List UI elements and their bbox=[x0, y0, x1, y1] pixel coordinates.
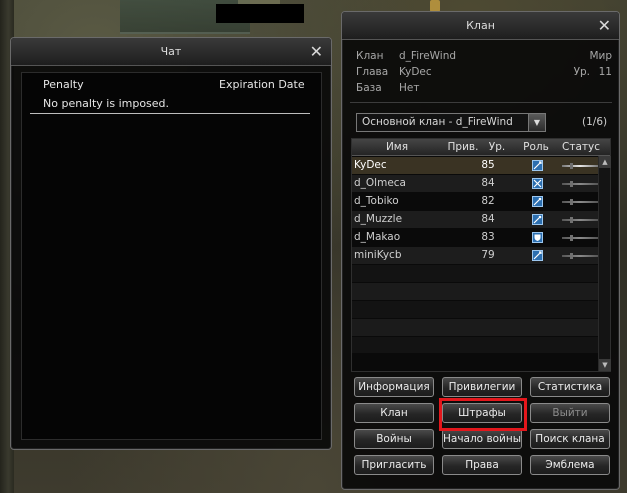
column-role[interactable]: Роль bbox=[520, 141, 552, 153]
empty-row bbox=[352, 283, 598, 300]
member-name: d_Olmeca bbox=[354, 177, 406, 189]
chat-window: Чат ✕ Penalty Expiration Date No penalty… bbox=[10, 37, 332, 450]
member-name: d_Muzzle bbox=[354, 213, 403, 225]
clan-window-title: Клан bbox=[466, 19, 495, 32]
invite-button[interactable]: Пригласить bbox=[354, 455, 434, 475]
status-bar bbox=[562, 253, 598, 259]
column-status[interactable]: Статус bbox=[557, 141, 605, 153]
shield-role-icon bbox=[532, 232, 543, 243]
penalty-column-header: Penalty bbox=[43, 78, 84, 91]
clan-button[interactable]: Клан bbox=[354, 403, 434, 423]
column-privileges[interactable]: Прив. bbox=[444, 141, 482, 153]
chat-close-icon[interactable]: ✕ bbox=[310, 41, 323, 63]
rights-button[interactable]: Права bbox=[442, 455, 522, 475]
member-name: miniKycb bbox=[354, 249, 402, 261]
emblem-button[interactable]: Эмблема bbox=[530, 455, 610, 475]
penalty-header: Penalty Expiration Date bbox=[22, 75, 312, 93]
member-table-header: Имя Прив. Ур. Роль Статус bbox=[352, 139, 610, 156]
leader-label: Глава bbox=[356, 66, 389, 78]
subclan-select-value: Основной клан - d_FireWind bbox=[362, 116, 513, 128]
member-level: 85 bbox=[481, 159, 495, 171]
member-row[interactable]: d_Muzzle 84 bbox=[352, 211, 598, 228]
chat-titlebar[interactable]: Чат ✕ bbox=[11, 38, 331, 66]
sword-role-icon bbox=[532, 160, 543, 171]
scroll-down-icon[interactable]: ▼ bbox=[599, 359, 611, 371]
clan-titlebar[interactable]: Клан ✕ bbox=[342, 12, 619, 40]
member-level: 82 bbox=[481, 195, 495, 207]
column-name[interactable]: Имя bbox=[352, 141, 442, 153]
member-level: 83 bbox=[481, 231, 495, 243]
clan-name-row: Клан d_FireWind Мир bbox=[356, 50, 612, 64]
clan-leader-row: Глава KyDec Ур. 11 bbox=[356, 66, 612, 80]
sword-role-icon bbox=[532, 250, 543, 261]
status-bar bbox=[562, 181, 598, 187]
leave-button[interactable]: Выйти bbox=[530, 403, 610, 423]
subclan-select[interactable]: Основной клан - d_FireWind ▼ bbox=[356, 113, 546, 132]
redacted-bar bbox=[216, 4, 304, 23]
leader-value: KyDec bbox=[399, 66, 432, 78]
level-label: Ур. bbox=[573, 66, 590, 78]
status-bar bbox=[562, 163, 598, 169]
clan-close-icon[interactable]: ✕ bbox=[598, 15, 611, 37]
start-war-button[interactable]: Начало войны bbox=[442, 429, 522, 449]
wars-button[interactable]: Войны bbox=[354, 429, 434, 449]
status-bar bbox=[562, 217, 598, 223]
member-level: 84 bbox=[481, 177, 495, 189]
empty-row bbox=[352, 337, 598, 353]
status-bar bbox=[562, 235, 598, 241]
member-level: 84 bbox=[481, 213, 495, 225]
world-label: Мир bbox=[589, 50, 612, 62]
member-count: (1/6) bbox=[582, 116, 608, 128]
penalty-divider bbox=[30, 113, 310, 114]
chat-title: Чат bbox=[160, 45, 182, 58]
member-level: 79 bbox=[481, 249, 495, 261]
scroll-up-icon[interactable]: ▲ bbox=[599, 156, 611, 168]
penalties-highlight-box bbox=[439, 398, 527, 431]
penalty-message: No penalty is imposed. bbox=[43, 97, 170, 110]
wand-role-icon bbox=[532, 214, 543, 225]
info-button[interactable]: Информация bbox=[354, 377, 434, 397]
member-name: d_Tobiko bbox=[354, 195, 399, 207]
member-row[interactable]: KyDec 85 bbox=[352, 157, 598, 174]
clan-label: Клан bbox=[356, 50, 384, 62]
empty-row bbox=[352, 301, 598, 318]
member-row[interactable]: miniKycb 79 bbox=[352, 247, 598, 264]
chevron-down-icon[interactable]: ▼ bbox=[528, 114, 545, 131]
member-scrollbar[interactable]: ▲ ▼ bbox=[598, 156, 611, 371]
clan-base-row: База Нет bbox=[356, 82, 612, 96]
wand-role-icon bbox=[532, 196, 543, 207]
penalty-panel: Penalty Expiration Date No penalty is im… bbox=[21, 72, 322, 440]
member-row[interactable]: d_Olmeca 84 bbox=[352, 175, 598, 192]
level-value: 11 bbox=[598, 66, 612, 78]
expiration-date-column-header: Expiration Date bbox=[219, 78, 305, 91]
info-divider bbox=[350, 102, 612, 103]
member-row[interactable]: d_Tobiko 82 bbox=[352, 193, 598, 210]
cross-swords-role-icon bbox=[532, 178, 543, 189]
column-level[interactable]: Ур. bbox=[482, 141, 512, 153]
privileges-button[interactable]: Привилегии bbox=[442, 377, 522, 397]
empty-row bbox=[352, 319, 598, 336]
clan-search-button[interactable]: Поиск клана bbox=[530, 429, 610, 449]
empty-row bbox=[352, 265, 598, 282]
status-bar bbox=[562, 199, 598, 205]
statistics-button[interactable]: Статистика bbox=[530, 377, 610, 397]
base-label: База bbox=[356, 82, 382, 94]
clan-name-value: d_FireWind bbox=[399, 50, 457, 62]
base-value: Нет bbox=[399, 82, 420, 94]
member-name: d_Makao bbox=[354, 231, 401, 243]
member-row[interactable]: d_Makao 83 bbox=[352, 229, 598, 246]
member-table: Имя Прив. Ур. Роль Статус KyDec 85 d_Olm… bbox=[351, 138, 611, 372]
member-name: KyDec bbox=[354, 159, 387, 171]
clan-window: Клан ✕ Клан d_FireWind Мир Глава KyDec У… bbox=[341, 11, 620, 490]
